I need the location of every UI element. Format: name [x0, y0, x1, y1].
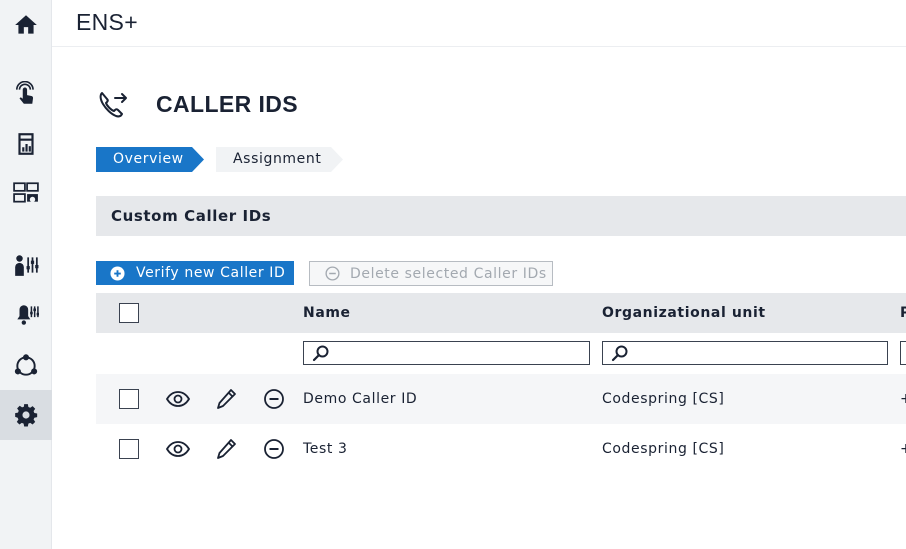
sidebar-item-person-settings[interactable] — [0, 240, 52, 290]
partial-filter-input[interactable] — [900, 341, 906, 365]
table-row: Demo Caller ID Codespring [CS] + — [96, 374, 906, 424]
section-title: Custom Caller IDs — [111, 207, 272, 225]
bell-settings-icon — [17, 305, 39, 325]
verify-caller-id-button[interactable]: Verify new Caller ID — [96, 261, 294, 285]
sidebar-item-reports[interactable] — [0, 119, 52, 169]
select-all-checkbox[interactable] — [119, 303, 139, 323]
sidebar-item-alarm[interactable] — [0, 69, 52, 119]
delete-selected-button[interactable]: Delete selected Caller IDs — [309, 261, 553, 286]
person-settings-icon — [15, 255, 39, 276]
cell-name: Test 3 — [303, 441, 348, 457]
column-header-partial[interactable]: P — [900, 305, 906, 321]
table-row: Test 3 Codespring [CS] + — [96, 424, 906, 474]
search-icon — [312, 345, 329, 362]
verify-caller-id-label: Verify new Caller ID — [136, 265, 286, 281]
row-checkbox[interactable] — [119, 389, 139, 409]
delete-selected-label: Delete selected Caller IDs — [350, 265, 547, 282]
dashboard-icon — [13, 182, 39, 203]
column-header-name[interactable]: Name — [303, 305, 351, 321]
remove-circle-icon[interactable] — [262, 388, 286, 410]
section-header: Custom Caller IDs — [96, 196, 906, 236]
tab-assignment[interactable]: Assignment — [216, 147, 343, 172]
remove-circle-icon[interactable] — [262, 438, 286, 460]
sidebar — [0, 0, 52, 549]
edit-pencil-icon[interactable] — [215, 388, 239, 410]
table-header: Name Organizational unit P — [96, 293, 906, 333]
page-title: CALLER IDS — [156, 91, 298, 117]
view-eye-icon[interactable] — [166, 438, 190, 460]
organizational-unit-filter-input[interactable] — [602, 341, 888, 365]
report-icon — [18, 133, 34, 155]
plus-circle-icon — [110, 265, 125, 281]
minus-circle-icon — [325, 266, 340, 281]
sidebar-item-dashboard[interactable] — [0, 168, 52, 218]
name-filter-input[interactable] — [303, 341, 590, 365]
app-title: ENS+ — [76, 9, 138, 35]
touch-alarm-icon — [15, 81, 34, 104]
sidebar-item-settings[interactable] — [0, 390, 52, 440]
gear-icon — [15, 404, 38, 427]
app-header: ENS+ — [52, 0, 906, 47]
phone-forward-icon — [99, 92, 127, 118]
column-header-organizational-unit[interactable]: Organizational unit — [602, 305, 766, 321]
sidebar-item-bell-settings[interactable] — [0, 290, 52, 340]
cell-partial: + — [900, 391, 906, 407]
row-checkbox[interactable] — [119, 439, 139, 459]
tab-overview[interactable]: Overview — [96, 147, 204, 172]
cell-partial: + — [900, 441, 906, 457]
cell-name: Demo Caller ID — [303, 391, 418, 407]
sidebar-item-home[interactable] — [0, 0, 52, 50]
home-icon — [15, 15, 37, 34]
view-eye-icon[interactable] — [166, 388, 190, 410]
edit-pencil-icon[interactable] — [215, 438, 239, 460]
search-icon — [611, 345, 628, 362]
cell-organizational-unit: Codespring [CS] — [602, 391, 725, 407]
sidebar-item-network[interactable] — [0, 341, 52, 391]
cell-organizational-unit: Codespring [CS] — [602, 441, 725, 457]
network-icon — [14, 354, 38, 376]
